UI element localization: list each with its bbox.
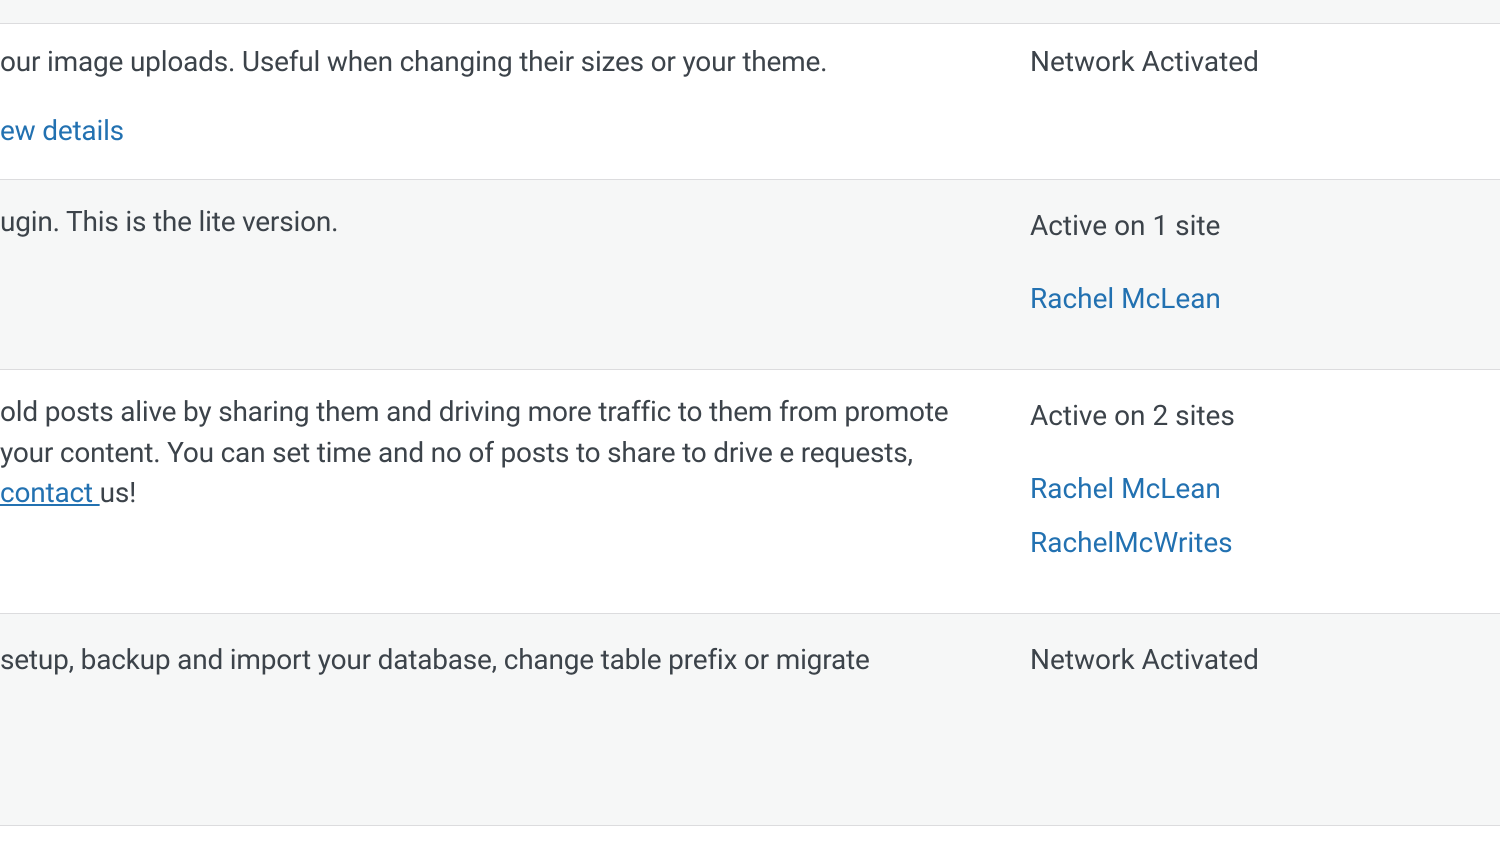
plugin-description: old posts alive by sharing them and driv… [0,370,1030,613]
plugin-status: Active on 1 site Rachel McLean [1030,180,1500,369]
description-text: our image uploads. Useful when changing … [0,45,827,78]
status-label: Network Activated [1030,640,1470,681]
description-text: ugin. This is the lite version. [0,205,338,238]
status-label: Active on 1 site [1030,206,1470,247]
site-link[interactable]: Rachel McLean [1030,279,1470,320]
table-row: old posts alive by sharing them and driv… [0,370,1500,614]
table-row: our image uploads. Useful when changing … [0,24,1500,180]
plugin-status: Network Activated [1030,24,1500,179]
plugin-table: our image uploads. Useful when changing … [0,0,1500,868]
description-text-before: old posts alive by sharing them and driv… [0,395,948,469]
site-link[interactable]: Rachel McLean [1030,469,1470,510]
table-row: ugin. This is the lite version. Active o… [0,180,1500,370]
plugin-description: our image uploads. Useful when changing … [0,24,1030,179]
plugin-status: Active on 2 sites Rachel McLean RachelMc… [1030,370,1500,613]
status-label: Active on 2 sites [1030,396,1470,437]
table-row-fragment-bottom [0,826,1500,868]
view-details-link[interactable]: ew details [0,114,124,147]
description-text: setup, backup and import your database, … [0,643,870,676]
status-label: Network Activated [1030,42,1470,83]
plugin-description: ugin. This is the lite version. [0,180,1030,369]
plugin-status: Network Activated [1030,614,1500,825]
contact-link[interactable]: contact [0,476,100,509]
site-link[interactable]: RachelMcWrites [1030,523,1470,564]
table-row: setup, backup and import your database, … [0,614,1500,826]
description-text-after: us! [100,476,137,509]
table-row-fragment-top [0,0,1500,24]
plugin-description: setup, backup and import your database, … [0,614,1030,825]
